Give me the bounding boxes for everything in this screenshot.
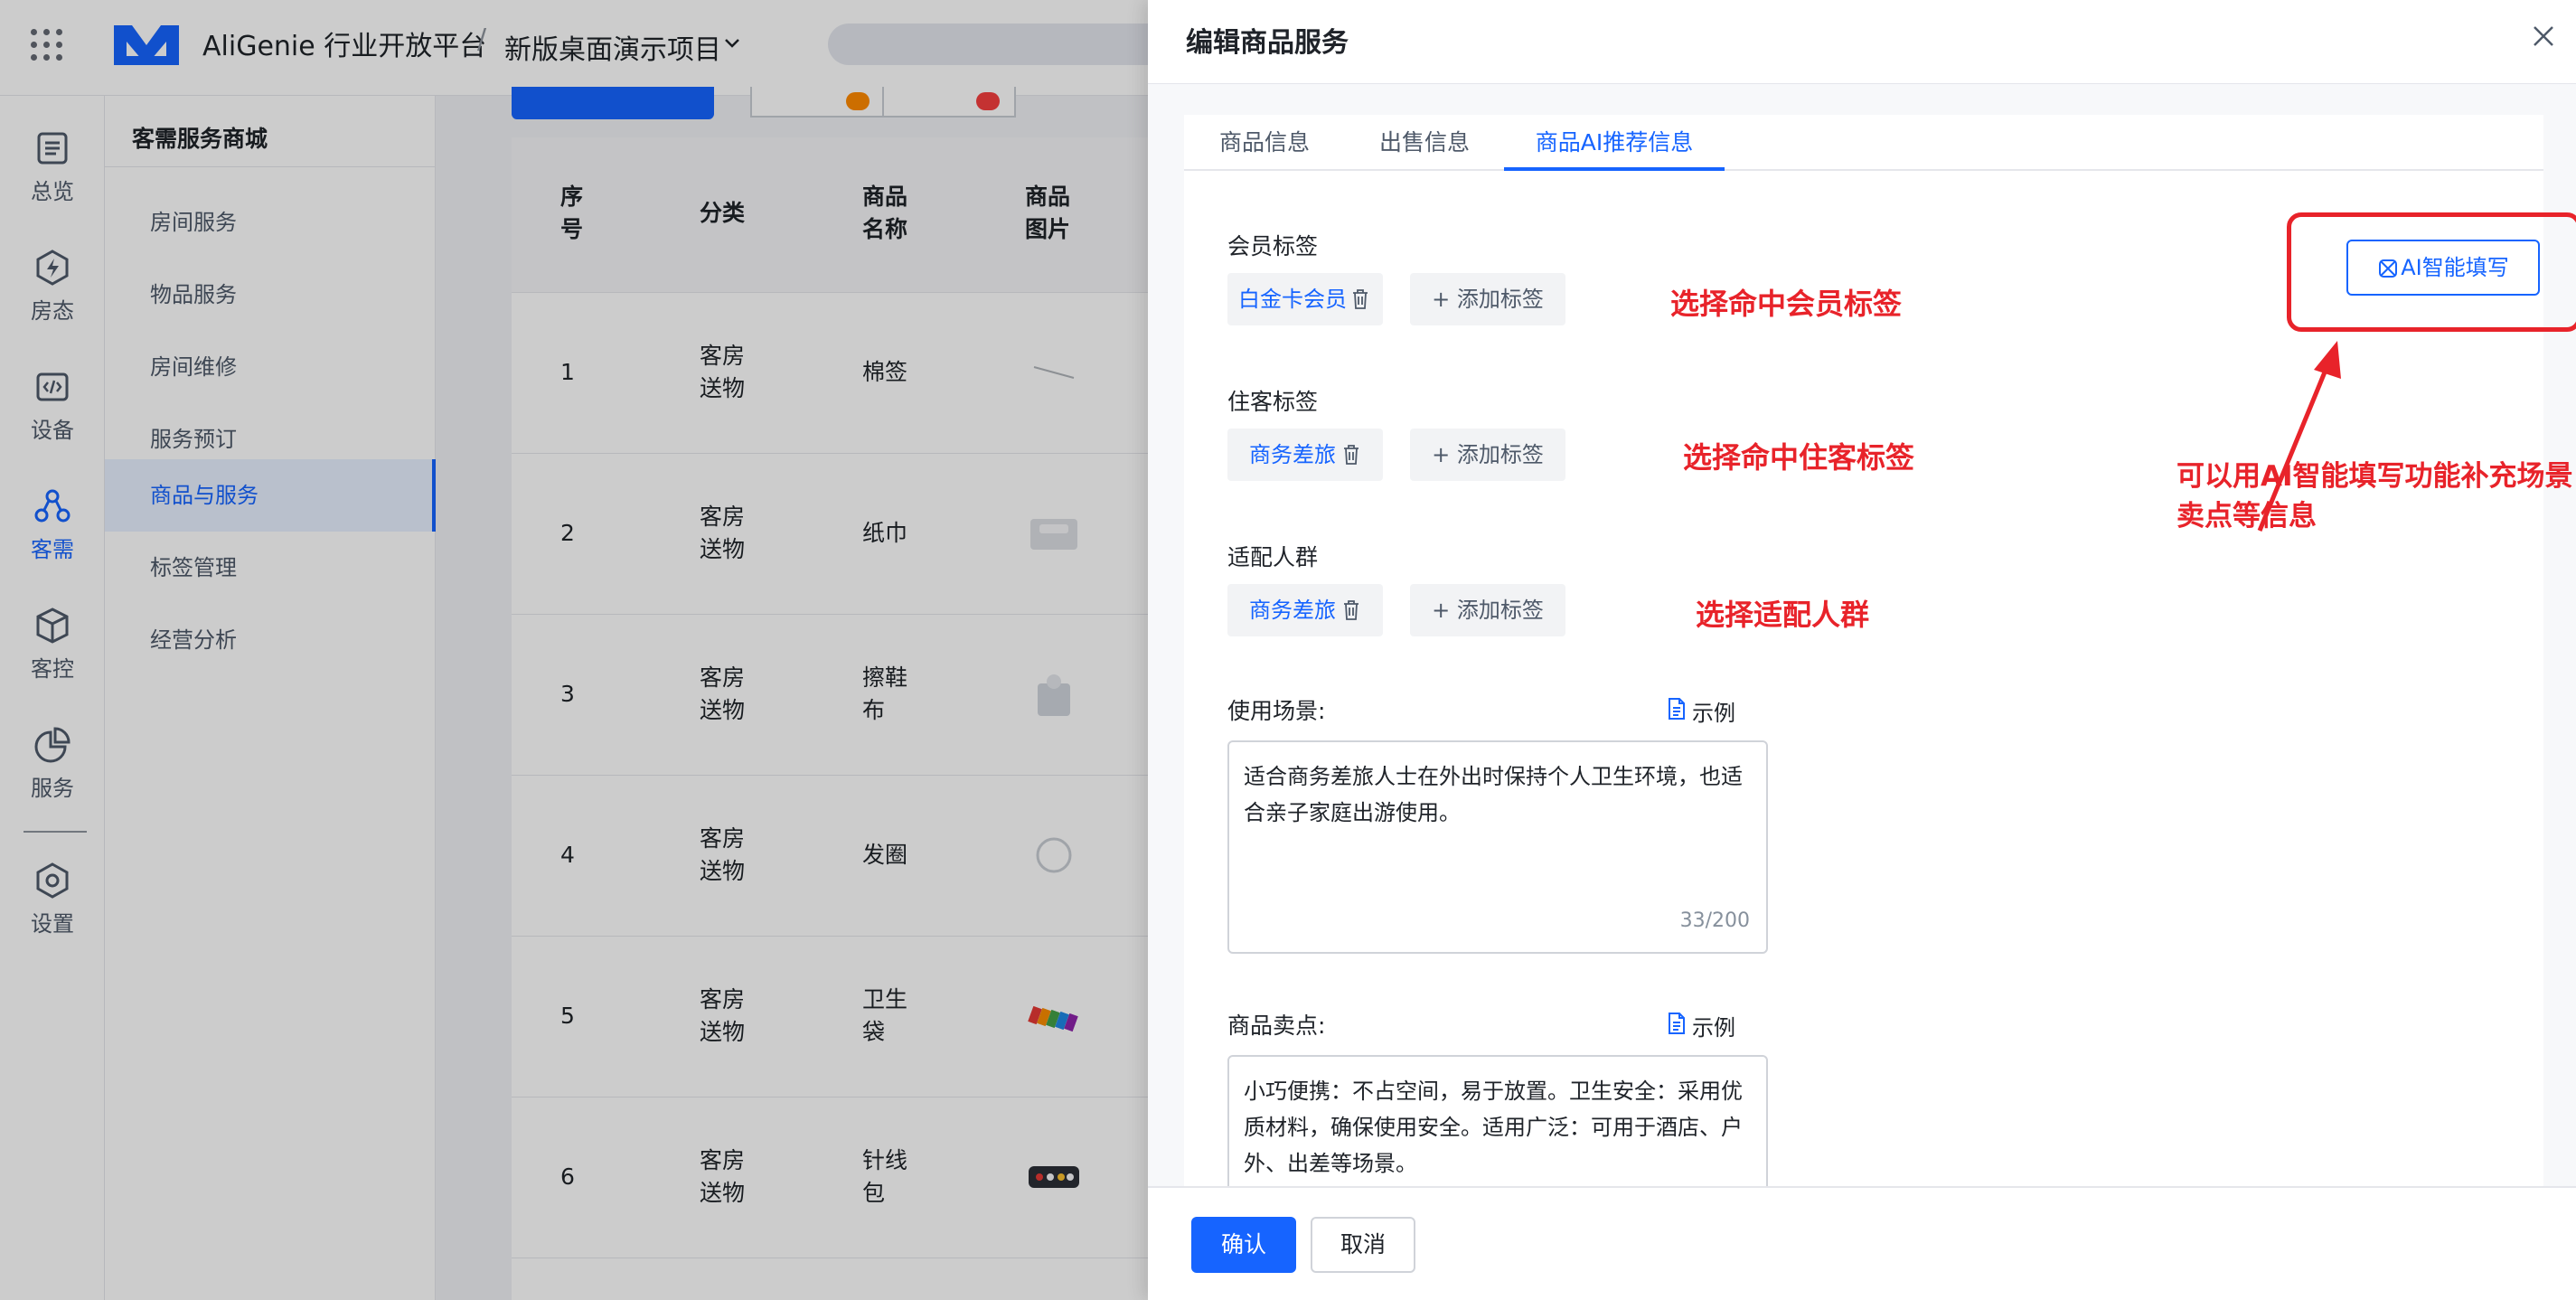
tag-chip[interactable]: 商务差旅 xyxy=(1227,584,1383,636)
drawer-title: 编辑商品服务 xyxy=(1186,27,1349,59)
ai-sparkle-icon xyxy=(2379,259,2398,278)
confirm-button[interactable]: 确认 xyxy=(1191,1217,1296,1273)
scenario-label: 使用场景: xyxy=(1227,698,1326,724)
tag-label: 白金卡会员 xyxy=(1238,287,1347,312)
add-tag-button[interactable]: + 添加标签 xyxy=(1410,584,1565,636)
add-tag-button[interactable]: + 添加标签 xyxy=(1410,273,1565,325)
scenario-text: 适合商务差旅人士在外出时保持个人卫生环境，也适合亲子家庭出游使用。 xyxy=(1244,764,1743,825)
tag-chip[interactable]: 商务差旅 xyxy=(1227,429,1383,481)
tab-product-info[interactable]: 商品信息 xyxy=(1184,115,1345,171)
selling-points-textarea[interactable]: 小巧便携：不占空间，易于放置。卫生安全：采用优质材料，确保使用安全。适用广泛：可… xyxy=(1227,1055,1768,1200)
annotation-member-tags: 选择命中会员标签 xyxy=(1670,287,1903,321)
tab-sales-info[interactable]: 出售信息 xyxy=(1345,115,1504,171)
guest-tags-label: 住客标签 xyxy=(1227,389,1319,415)
example-label: 示例 xyxy=(1692,1015,1735,1041)
tag-label: 商务差旅 xyxy=(1249,442,1336,467)
add-tag-button[interactable]: + 添加标签 xyxy=(1410,429,1565,481)
document-icon xyxy=(1669,698,1685,720)
annotation-guest-tags: 选择命中住客标签 xyxy=(1683,440,1915,475)
trash-icon[interactable] xyxy=(1350,288,1370,310)
scenario-example-link[interactable]: 示例 xyxy=(1669,695,1735,727)
ai-fill-button[interactable]: AI智能填写 xyxy=(2346,240,2540,296)
example-label: 示例 xyxy=(1692,701,1735,726)
trash-icon[interactable] xyxy=(1341,444,1361,466)
drawer-body: 商品信息 出售信息 商品AI推荐信息 会员标签 白金卡会员 + 添加标签 选择命… xyxy=(1148,84,2576,1200)
member-tags-label: 会员标签 xyxy=(1227,233,1319,259)
drawer-footer: 确认 取消 xyxy=(1148,1186,2576,1300)
edit-product-drawer: 编辑商品服务 商品信息 出售信息 商品AI推荐信息 会员标签 白金卡会员 + 添… xyxy=(1148,0,2576,1300)
document-icon xyxy=(1669,1013,1685,1034)
tab-bar: 商品信息 出售信息 商品AI推荐信息 xyxy=(1184,115,2543,171)
selling-points-text: 小巧便携：不占空间，易于放置。卫生安全：采用优质材料，确保使用安全。适用广泛：可… xyxy=(1244,1079,1743,1176)
selling-points-label: 商品卖点: xyxy=(1227,1013,1326,1039)
annotation-audience: 选择适配人群 xyxy=(1696,598,1870,632)
tag-chip[interactable]: 白金卡会员 xyxy=(1227,273,1383,325)
audience-label: 适配人群 xyxy=(1227,544,1319,570)
annotation-ai-fill: 可以用AI智能填写功能补充场景卖点等信息 xyxy=(2176,460,2573,532)
modal-overlay[interactable] xyxy=(0,0,1148,1300)
scenario-textarea[interactable]: 适合商务差旅人士在外出时保持个人卫生环境，也适合亲子家庭出游使用。 33/200 xyxy=(1227,740,1768,954)
trash-icon[interactable] xyxy=(1341,599,1361,621)
form-card: 商品信息 出售信息 商品AI推荐信息 会员标签 白金卡会员 + 添加标签 选择命… xyxy=(1184,115,2576,1200)
cancel-button[interactable]: 取消 xyxy=(1311,1217,1415,1273)
tag-label: 商务差旅 xyxy=(1249,598,1336,623)
tab-ai-recommendation[interactable]: 商品AI推荐信息 xyxy=(1504,115,1725,171)
ai-fill-label: AI智能填写 xyxy=(2401,255,2509,280)
char-counter: 33/200 xyxy=(1679,909,1750,932)
selling-points-example-link[interactable]: 示例 xyxy=(1669,1010,1735,1041)
close-icon[interactable] xyxy=(2531,24,2556,49)
